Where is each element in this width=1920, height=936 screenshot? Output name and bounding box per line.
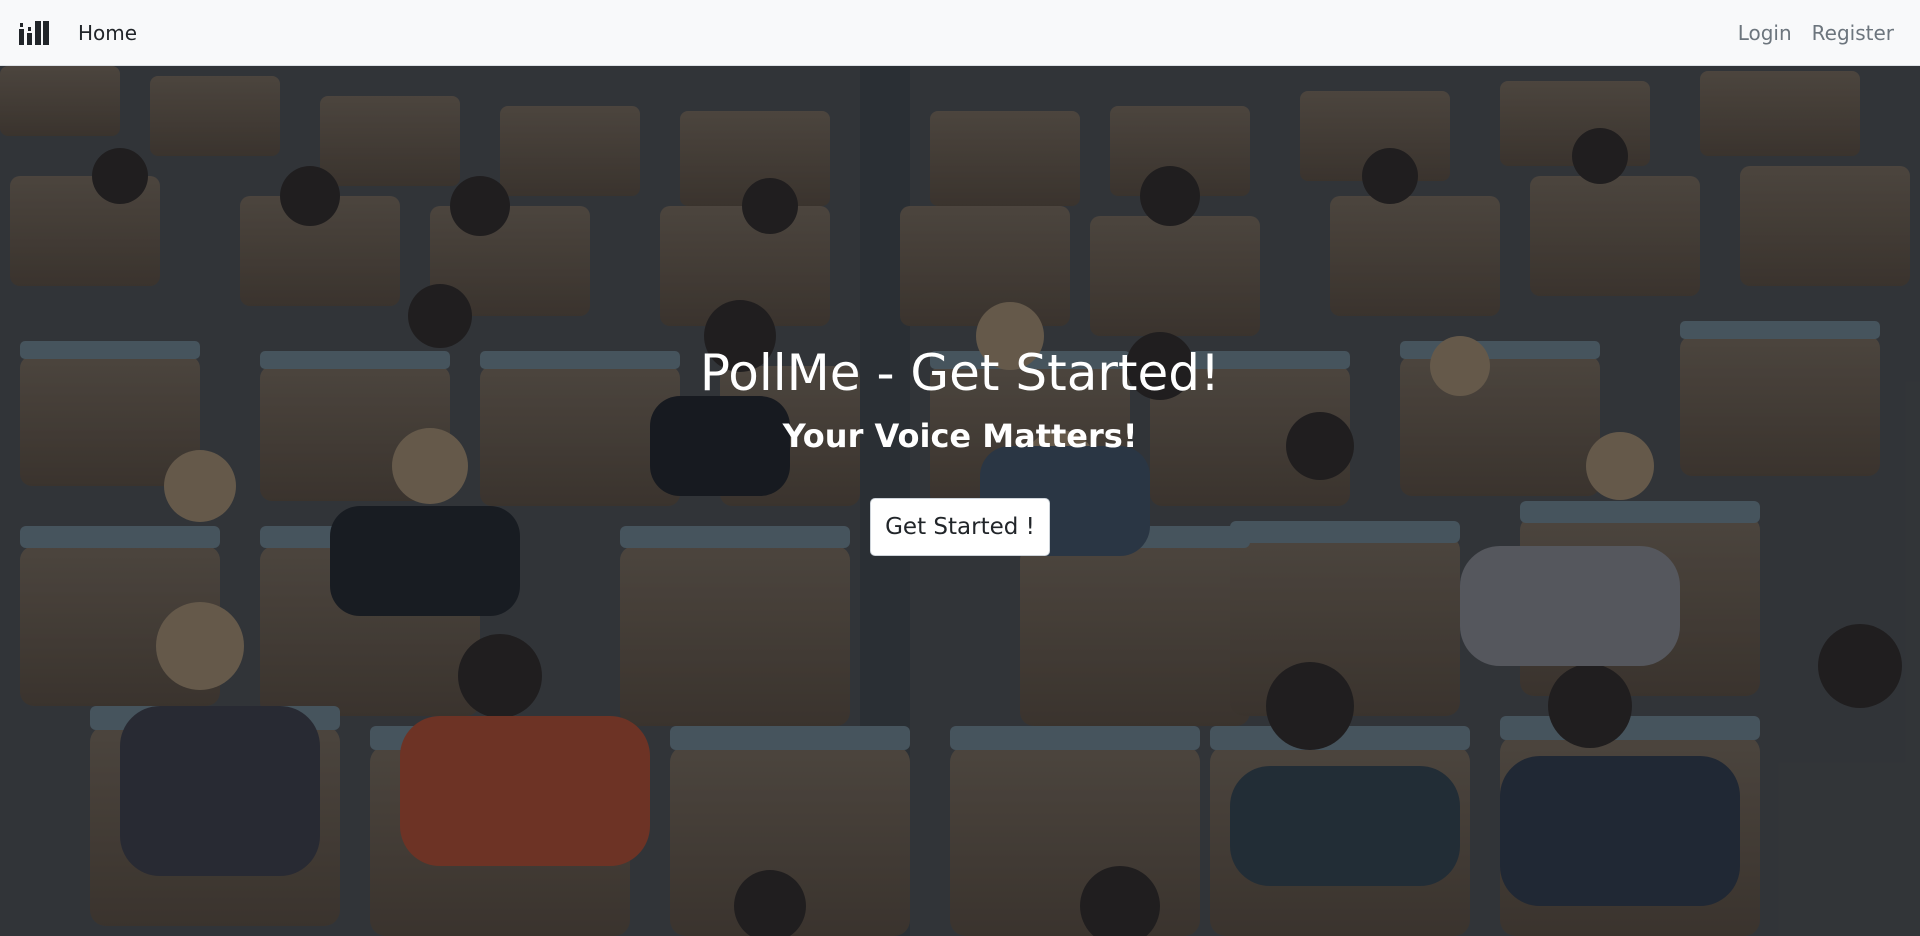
auth-links: Login Register xyxy=(1738,20,1894,46)
get-started-button[interactable]: Get Started ! xyxy=(870,498,1050,556)
hero-subtitle: Your Voice Matters! xyxy=(782,417,1138,455)
poll-bars-icon[interactable] xyxy=(18,19,50,47)
top-navbar: Home Login Register xyxy=(0,0,1920,66)
nav-register-link[interactable]: Register xyxy=(1812,20,1894,46)
nav-login-link[interactable]: Login xyxy=(1738,20,1792,46)
hero-title: PollMe - Get Started! xyxy=(699,344,1221,402)
nav-home-link[interactable]: Home xyxy=(78,20,137,46)
hero-section: PollMe - Get Started! Your Voice Matters… xyxy=(0,66,1920,936)
